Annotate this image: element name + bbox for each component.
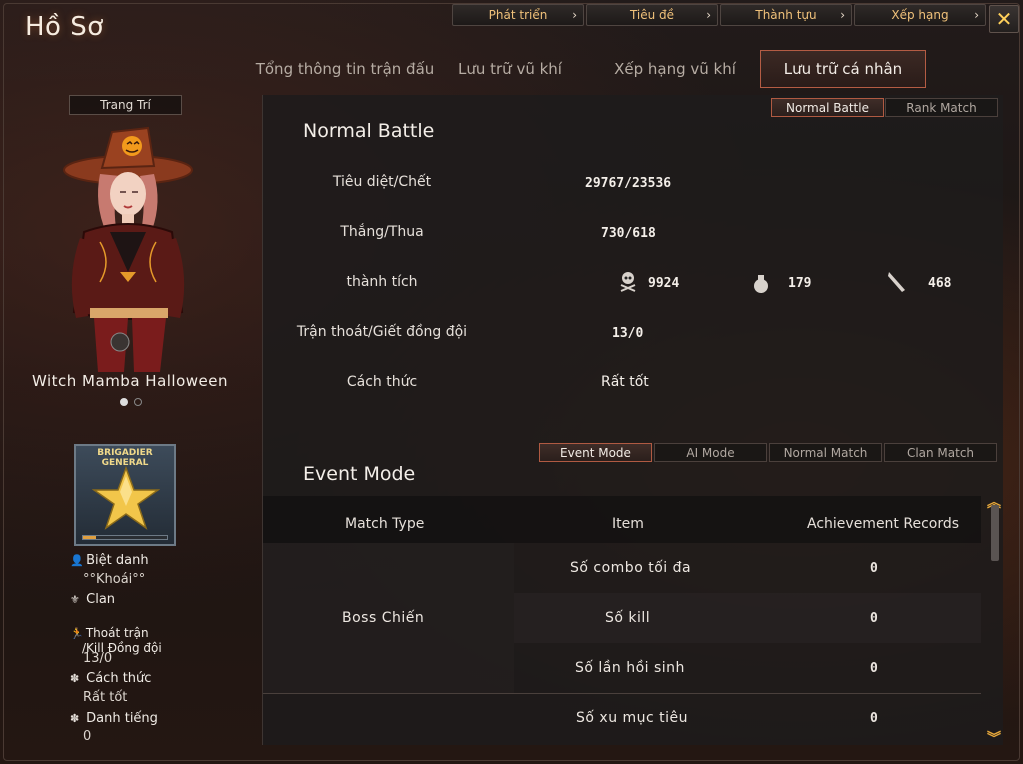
event-mode-title: Event Mode — [303, 463, 416, 485]
star-icon — [92, 466, 160, 530]
menu-xep-hang[interactable]: Xếp hạng › — [854, 4, 986, 26]
gear-flower-icon: ✽ — [70, 672, 80, 685]
gear-flower-icon: ✽ — [70, 712, 80, 725]
rank-progress-bar — [82, 535, 168, 540]
kd-value: 29767/23536 — [585, 176, 672, 191]
row-item: Số xu mục tiêu — [576, 710, 689, 726]
character-name: Witch Mamba Halloween — [31, 372, 228, 390]
tab-match-summary[interactable]: Tổng thông tin trận đấu — [250, 50, 440, 88]
ach-skull-value: 9924 — [648, 276, 680, 291]
chevron-right-icon: › — [840, 8, 845, 22]
chevron-right-icon: › — [572, 8, 577, 22]
header-match-type: Match Type — [345, 516, 425, 532]
menu-thanh-tuu[interactable]: Thành tựu › — [720, 4, 852, 26]
grenade-icon — [754, 275, 768, 293]
table-row — [514, 593, 981, 643]
match-type-value: Boss Chiến — [342, 610, 425, 626]
row-item: Số kill — [605, 610, 651, 626]
carousel-dots — [120, 398, 142, 406]
scroll-down-icon[interactable]: ︾ — [987, 728, 1001, 748]
header-item: Item — [612, 516, 644, 532]
style-label: Cách thức — [86, 671, 152, 686]
achievement-label: thành tích — [346, 274, 418, 290]
style-stat-label: Cách thức — [346, 374, 418, 390]
menu-label: Xếp hạng — [891, 8, 949, 22]
reputation-value: 0 — [83, 729, 92, 744]
header-achievement-records: Achievement Records — [807, 516, 960, 532]
tab-clan-match[interactable]: Clan Match — [884, 443, 997, 462]
tab-ai-mode[interactable]: AI Mode — [654, 443, 767, 462]
nickname-value: °°Khoái°° — [83, 572, 146, 587]
close-icon: ✕ — [995, 7, 1013, 31]
wl-value: 730/618 — [601, 226, 656, 241]
top-menu: Phát triển › Tiêu đề › Thành tựu › Xếp h… — [452, 4, 986, 26]
row-item: Số lần hồi sinh — [575, 660, 685, 676]
knife-icon — [888, 272, 905, 292]
chevron-right-icon: › — [974, 8, 979, 22]
nickname-label-row: 👤 Biệt danh — [70, 553, 149, 568]
chevron-right-icon: › — [706, 8, 711, 22]
clan-label: Clan — [86, 592, 116, 607]
style-stat-value: Rất tốt — [601, 374, 649, 390]
escape-stat-label: Trận thoát/Giết đồng đội — [296, 324, 468, 340]
rank-badge: BRIGADIER GENERAL — [74, 444, 176, 546]
character-portrait — [63, 126, 193, 372]
menu-tieu-de[interactable]: Tiêu đề › — [586, 4, 718, 26]
table-divider — [263, 693, 981, 694]
menu-phat-trien[interactable]: Phát triển › — [452, 4, 584, 26]
scrollbar-thumb[interactable] — [991, 505, 999, 561]
escape-value: 13/0 — [83, 651, 113, 666]
ach-grenade-value: 179 — [788, 276, 812, 291]
row-value: 0 — [870, 711, 879, 726]
row-value: 0 — [870, 661, 879, 676]
rank-title: BRIGADIER GENERAL — [76, 448, 174, 468]
carousel-dot[interactable] — [134, 398, 142, 406]
wl-label: Thắng/Thua — [340, 224, 424, 240]
menu-label: Thành tựu — [755, 8, 817, 22]
kd-label: Tiêu diệt/Chết — [332, 174, 432, 190]
menu-label: Phát triển — [488, 8, 548, 22]
nickname-label: Biệt danh — [86, 553, 149, 568]
row-value: 0 — [870, 561, 879, 576]
tab-normal-match[interactable]: Normal Match — [769, 443, 882, 462]
rank-line-1: BRIGADIER — [97, 448, 153, 458]
clan-icon: ⚜ — [70, 593, 80, 606]
row-item: Số combo tối đa — [570, 560, 692, 576]
escape-label-1: Thoát trận — [85, 626, 149, 640]
reputation-label: Danh tiếng — [86, 711, 158, 726]
carousel-dot-active[interactable] — [120, 398, 128, 406]
tab-event-mode[interactable]: Event Mode — [539, 443, 652, 462]
row-value: 0 — [870, 611, 879, 626]
window-title: Hồ Sơ — [25, 12, 104, 42]
close-button[interactable]: ✕ — [989, 5, 1019, 33]
ach-knife-value: 468 — [928, 276, 952, 291]
skull-icon — [620, 272, 636, 292]
tab-personal-archive[interactable]: Lưu trữ cá nhân — [760, 50, 926, 88]
escape-stat-value: 13/0 — [612, 326, 644, 341]
style-label-row: ✽ Cách thức — [70, 671, 151, 686]
style-value: Rất tốt — [83, 690, 128, 705]
menu-label: Tiêu đề — [629, 8, 675, 22]
clan-label-row: ⚜ Clan — [70, 592, 115, 607]
tab-rank-match[interactable]: Rank Match — [885, 98, 998, 117]
decoration-button[interactable]: Trang Trí — [69, 95, 182, 115]
tab-weapon-archive[interactable]: Lưu trữ vũ khí — [450, 50, 570, 88]
user-icon: 👤 — [70, 554, 84, 567]
tab-normal-battle[interactable]: Normal Battle — [771, 98, 884, 117]
normal-battle-title: Normal Battle — [303, 120, 435, 142]
rank-progress-fill — [83, 536, 96, 539]
tab-weapon-ranking[interactable]: Xếp hạng vũ khí — [610, 50, 740, 88]
reputation-label-row: ✽ Danh tiếng — [70, 711, 158, 726]
running-man-icon: 🏃 — [70, 627, 84, 640]
